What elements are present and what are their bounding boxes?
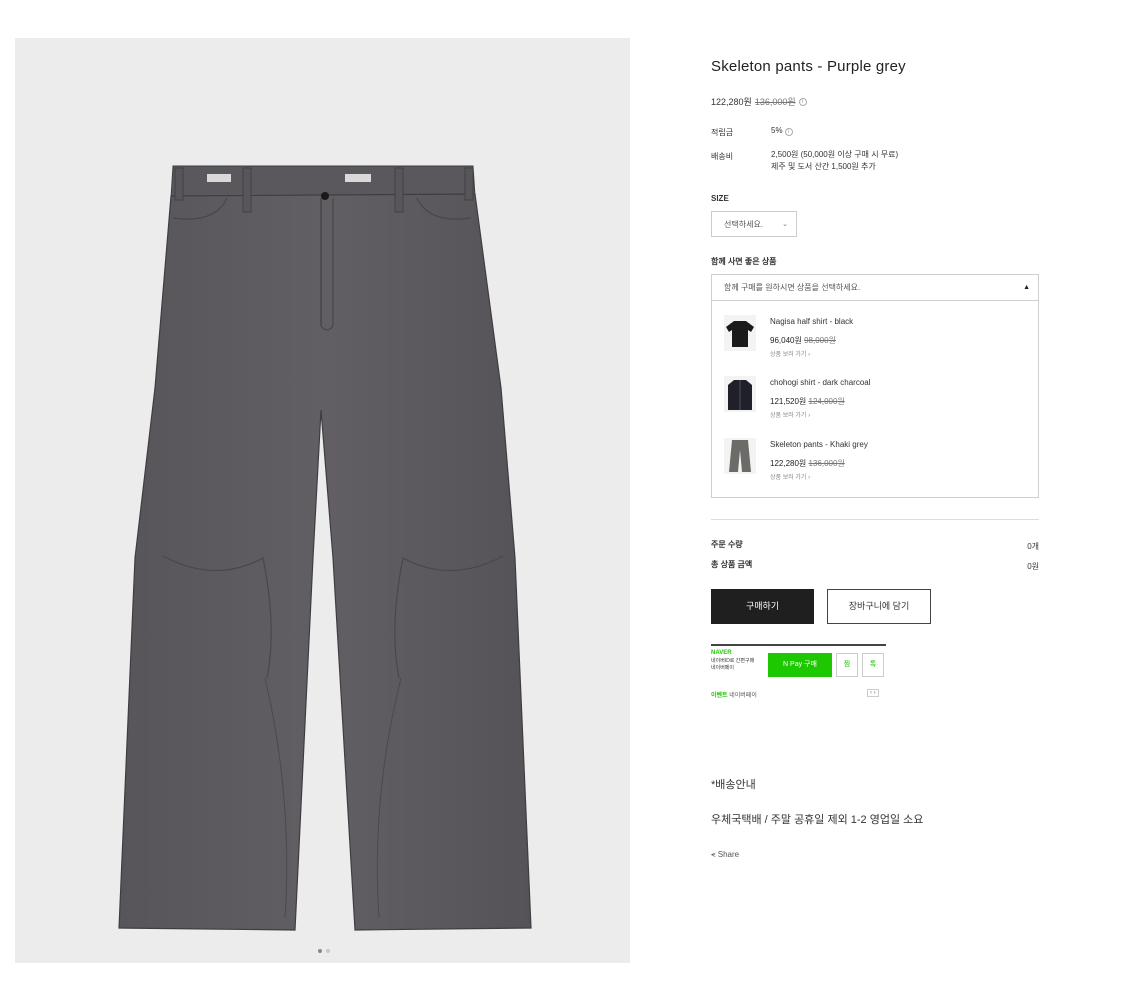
divider xyxy=(711,519,1039,520)
related-thumb xyxy=(724,315,756,351)
shirt-icon xyxy=(728,380,752,410)
add-to-cart-button[interactable]: 장바구니에 담기 xyxy=(827,589,931,624)
related-item-sale: 122,280원 xyxy=(770,459,807,468)
related-item-original: 136,000원 xyxy=(808,459,845,468)
related-item-link[interactable]: 상품 보러 가기 › xyxy=(770,410,810,419)
naver-logo: NAVER xyxy=(711,650,732,656)
price-row: 122,280원 136,000원 i xyxy=(711,95,807,108)
npay-sub-1: 네이버ID로 간편구매 xyxy=(711,658,755,664)
share-link[interactable]: ⪪ Share xyxy=(711,850,739,860)
related-label: 함께 사면 좋은 상품 xyxy=(711,257,777,266)
product-title: Skeleton pants - Purple grey xyxy=(711,58,906,75)
shirt-icon xyxy=(726,321,754,347)
npay-sub-2: 네이버페이 xyxy=(711,665,735,671)
related-item-sale: 121,520원 xyxy=(770,397,807,406)
npay-footer[interactable]: 이벤트 네이버페이 xyxy=(711,690,757,699)
npay-top-border xyxy=(711,644,886,646)
npay-talk-button[interactable]: 톡 xyxy=(862,653,884,677)
npay-subtext: 네이버ID로 간편구매 네이버페이 xyxy=(711,658,754,672)
chevron-down-icon: ⌄ xyxy=(782,221,788,228)
related-item-price: 122,280원 136,000원 xyxy=(770,458,845,469)
qty-value: 0개 xyxy=(1027,542,1039,551)
size-placeholder: 선택하세요. xyxy=(724,220,764,229)
buy-button[interactable]: 구매하기 xyxy=(711,589,814,624)
npay-foot-label: 네이버페이 xyxy=(729,693,757,699)
shipping-notice-text: 우체국택배 / 주말 공휴일 제외 1-2 영업일 소요 xyxy=(711,814,924,826)
related-item[interactable]: chohogi shirt - dark charcoal 121,520원 1… xyxy=(724,376,1024,426)
size-select[interactable]: 선택하세요. ⌄ xyxy=(711,211,797,237)
sale-price: 122,280원 xyxy=(711,97,752,107)
related-item-name[interactable]: Skeleton pants - Khaki grey xyxy=(770,440,868,449)
triangle-up-icon: ▲ xyxy=(1023,284,1030,291)
total-value: 0원 xyxy=(1027,562,1039,571)
qty-label: 주문 수량 xyxy=(711,540,743,549)
related-item-sale: 96,040원 xyxy=(770,336,802,345)
related-thumb xyxy=(724,376,756,412)
related-products-dropdown[interactable]: 함께 구매를 원하시면 상품을 선택하세요. ▲ Nagisa half shi… xyxy=(711,274,1039,498)
related-item[interactable]: Skeleton pants - Khaki grey 122,280원 136… xyxy=(724,438,1024,488)
shipping-line-1: 2,500원 (50,000원 이상 구매 시 무료) xyxy=(771,150,899,159)
npay-event: 이벤트 xyxy=(711,693,728,699)
npay-buy-button[interactable]: N Pay 구매 xyxy=(768,653,832,677)
pants-icon xyxy=(729,440,751,472)
price-info-icon[interactable]: i xyxy=(798,97,807,106)
product-image[interactable] xyxy=(15,38,630,963)
related-item-link[interactable]: 상품 보러 가기 › xyxy=(770,472,810,481)
related-item-name[interactable]: Nagisa half shirt - black xyxy=(770,317,853,326)
original-price: 136,000원 xyxy=(754,97,796,107)
points-info-icon[interactable]: i xyxy=(784,128,793,136)
related-prompt: 함께 구매를 원하시면 상품을 선택하세요. xyxy=(724,283,861,292)
shipping-notice-title: *배송안내 xyxy=(711,779,756,791)
size-label: SIZE xyxy=(711,194,729,203)
points-percent: 5% xyxy=(771,126,783,135)
points-label: 적립금 xyxy=(711,128,734,137)
related-thumb xyxy=(724,438,756,474)
total-label: 총 상품 금액 xyxy=(711,560,753,569)
related-item-original: 98,000원 xyxy=(804,336,836,345)
npay-wish-button[interactable]: 찜 xyxy=(836,653,858,677)
npay-arrows[interactable]: ‹ › xyxy=(867,689,879,697)
related-item-original: 124,000원 xyxy=(808,397,845,406)
shipping-value: 2,500원 (50,000원 이상 구매 시 무료) 제주 및 도서 산간 1… xyxy=(771,149,898,173)
gallery-dot-1[interactable] xyxy=(318,949,322,953)
naver-pay-widget: NAVER 네이버ID로 간편구매 네이버페이 N Pay 구매 찜 톡 이벤트… xyxy=(711,644,886,704)
related-select-header[interactable]: 함께 구매를 원하시면 상품을 선택하세요. ▲ xyxy=(712,275,1038,301)
related-item-link[interactable]: 상품 보러 가기 › xyxy=(770,349,810,358)
related-item-price: 121,520원 124,000원 xyxy=(770,396,845,407)
shipping-label: 배송비 xyxy=(711,152,734,161)
shipping-line-2: 제주 및 도서 산간 1,500원 추가 xyxy=(771,162,876,171)
related-item[interactable]: Nagisa half shirt - black 96,040원 98,000… xyxy=(724,315,1024,365)
points-value: 5% i xyxy=(771,125,793,137)
related-item-name[interactable]: chohogi shirt - dark charcoal xyxy=(770,378,871,387)
related-item-price: 96,040원 98,000원 xyxy=(770,335,836,346)
gallery-dots[interactable] xyxy=(318,949,330,953)
pants-photo xyxy=(118,165,532,931)
gallery-dot-2[interactable] xyxy=(326,949,330,953)
